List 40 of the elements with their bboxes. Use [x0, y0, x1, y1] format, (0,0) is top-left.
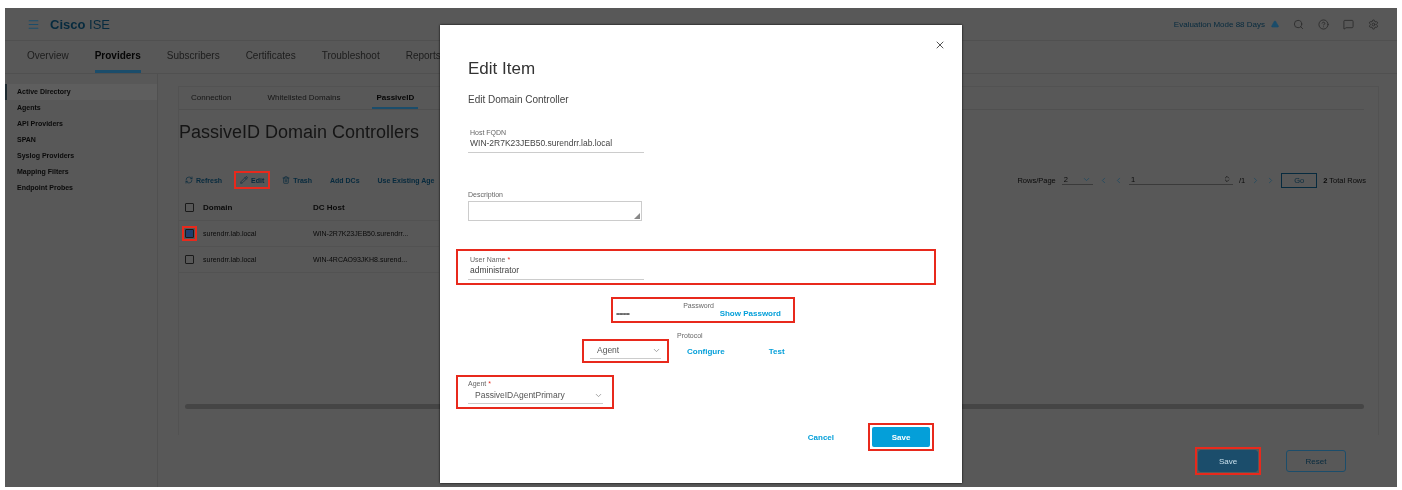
settings-icon[interactable] — [1368, 18, 1379, 30]
save-button[interactable]: Save — [872, 427, 930, 447]
action-link[interactable]: Configure — [687, 346, 725, 356]
footer-button[interactable]: Save — [1198, 450, 1258, 472]
nav-tab[interactable]: Troubleshoot — [321, 41, 380, 73]
dialog-subtitle: Edit Domain Controller — [468, 94, 570, 105]
evaluation-link[interactable]: Evaluation Mode 88 Days — [1173, 19, 1265, 29]
nav-tab[interactable]: Reports — [405, 41, 441, 73]
close-icon[interactable] — [934, 39, 946, 51]
nav-tab[interactable]: Overview — [27, 41, 69, 73]
action-link[interactable]: Test — [768, 346, 785, 356]
checkbox[interactable] — [185, 203, 194, 212]
chat-icon[interactable] — [1343, 18, 1354, 30]
resize-grip-icon — [634, 213, 640, 219]
show-password-link[interactable]: Show Password — [719, 309, 781, 318]
menu-icon[interactable] — [27, 17, 40, 31]
description-field[interactable] — [468, 201, 642, 221]
search-icon[interactable] — [1293, 18, 1304, 30]
pencil-icon — [240, 176, 249, 184]
protocol-select[interactable]: Agent — [590, 345, 661, 359]
trash-icon — [282, 176, 291, 184]
chevron-down-icon — [1081, 175, 1091, 184]
stepper-icon[interactable] — [1222, 175, 1231, 183]
cancel-link[interactable]: Cancel — [807, 432, 834, 442]
help-icon[interactable] — [1318, 18, 1329, 30]
nav-tab[interactable]: Providers — [94, 41, 141, 73]
agent-select[interactable]: PassiveIDAgentPrimary — [468, 390, 603, 404]
column-header: DC Host — [313, 203, 346, 212]
dialog-title: Edit Item — [468, 59, 537, 79]
sub-tab[interactable]: PassiveID — [372, 87, 419, 109]
product-logo: Cisco ISE — [50, 16, 110, 32]
column-header: Domain — [203, 203, 234, 212]
footer-button[interactable]: Reset — [1286, 450, 1346, 472]
warning-icon — [1271, 20, 1279, 28]
checkbox[interactable] — [185, 255, 194, 264]
page-title: PassiveID Domain Controllers — [179, 122, 420, 143]
nav-tab[interactable]: Certificates — [245, 41, 296, 73]
sub-tab[interactable]: Connection — [187, 87, 236, 109]
refresh-icon — [185, 176, 193, 184]
nav-tab[interactable]: Subscribers — [166, 41, 220, 73]
